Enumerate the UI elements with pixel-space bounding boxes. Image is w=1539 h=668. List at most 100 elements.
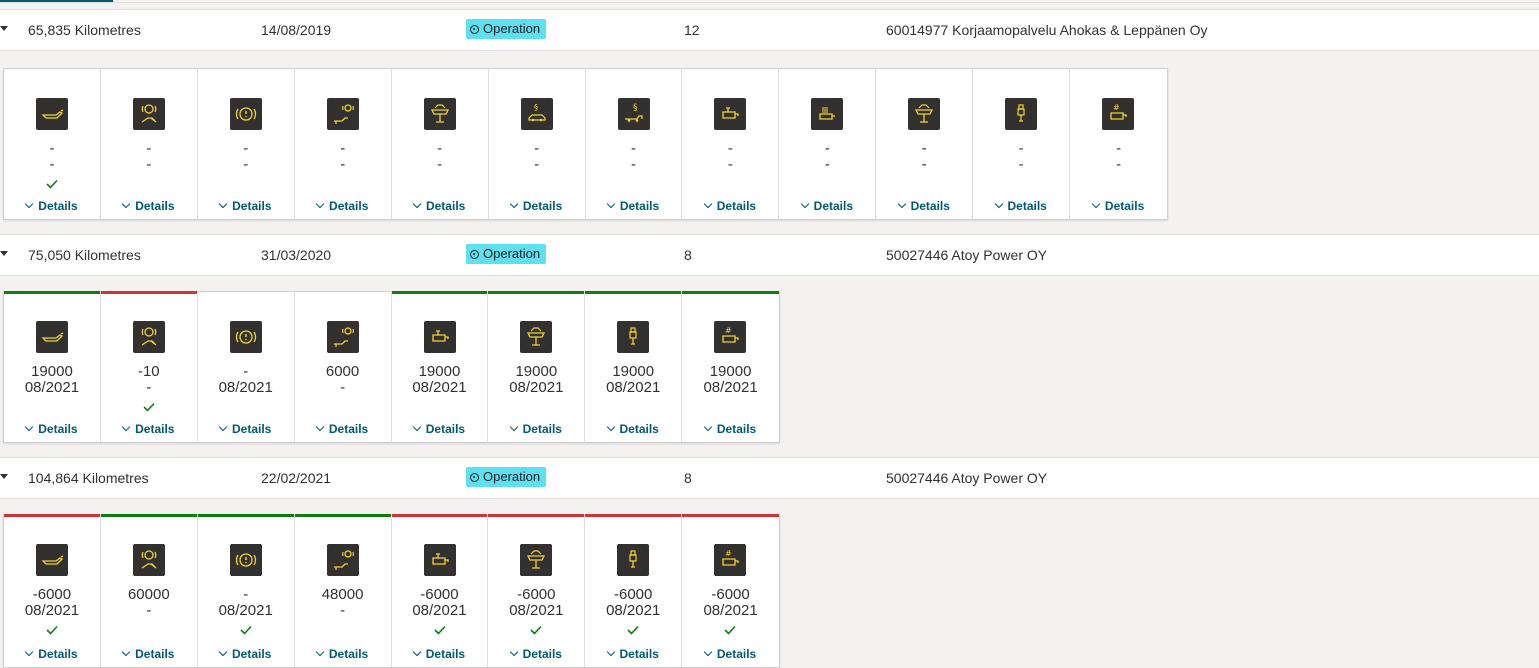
inspection-vehicle-icon: § — [520, 98, 553, 130]
status-bar — [197, 514, 294, 517]
chevron-down-icon — [703, 199, 712, 209]
brake-fluid-icon — [326, 544, 359, 576]
details-toggle[interactable]: Details — [586, 199, 682, 213]
details-label: Details — [232, 647, 272, 661]
details-toggle[interactable]: Details — [973, 199, 1069, 213]
details-toggle[interactable]: Details — [4, 647, 100, 661]
chevron-down-icon — [25, 422, 34, 432]
checkmark-icon — [433, 622, 446, 635]
details-label: Details — [716, 647, 757, 661]
details-toggle[interactable]: Details — [198, 199, 294, 213]
service-date: 22/02/2021 — [261, 470, 332, 486]
record-row[interactable]: 65,835 Kilometres 14/08/2019 Operation 12 60… — [0, 9, 1539, 51]
distance-value: 104,864 Kilometres — [28, 470, 149, 486]
details-toggle[interactable]: Details — [489, 199, 585, 213]
item-due-date: 08/2021 — [703, 379, 758, 396]
operation-badge: Operation — [466, 244, 547, 264]
item-value: -6000 — [517, 586, 556, 603]
fuel-filter-icon — [423, 544, 456, 576]
service-item-card: - - Details — [101, 69, 198, 219]
status-bar — [391, 514, 488, 517]
details-label: Details — [232, 199, 272, 213]
fuel-filter-icon — [423, 321, 456, 353]
service-item-card: - - Details — [682, 69, 780, 219]
details-label: Details — [328, 422, 369, 436]
service-items-panel: -6000 08/2021 Details 60000- Details -08/2021… — [3, 514, 780, 668]
details-toggle[interactable]: Details — [488, 422, 584, 436]
service-items-panel: - - Details - - Details - - Details - - Details - - De… — [3, 68, 1168, 220]
record-row[interactable]: 104,864 Kilometres 22/02/2021 Operation 8 50… — [0, 457, 1539, 499]
details-toggle[interactable]: Details — [876, 199, 972, 213]
status-bar — [585, 291, 682, 294]
item-due-date: - — [921, 156, 927, 173]
details-toggle[interactable]: Details — [392, 647, 488, 661]
gear-icon — [470, 24, 479, 34]
service-item-card: - - Details — [295, 69, 392, 219]
oil-can-icon — [36, 544, 68, 576]
status-bar — [4, 291, 100, 294]
brake-fluid-icon — [326, 98, 359, 130]
details-toggle[interactable]: Details — [585, 422, 681, 436]
details-toggle[interactable]: Details — [682, 422, 779, 436]
item-due-date: - — [49, 156, 55, 173]
details-toggle[interactable]: Details — [585, 647, 681, 661]
operation-count: 12 — [684, 22, 700, 38]
details-toggle[interactable]: Details — [1070, 199, 1167, 213]
item-due-date: - — [630, 156, 636, 173]
details-toggle[interactable]: Details — [488, 647, 584, 661]
hydraulic-lift-icon — [908, 98, 941, 130]
details-toggle[interactable]: Details — [198, 422, 294, 436]
filter-hash-icon: # — [1102, 98, 1135, 130]
details-toggle[interactable]: Details — [295, 647, 391, 661]
item-value: -6000 — [614, 586, 653, 603]
details-label: Details — [1007, 199, 1047, 213]
collapse-chevron-icon[interactable] — [0, 251, 8, 256]
details-toggle[interactable]: Details — [682, 199, 778, 213]
details-toggle[interactable]: Details — [682, 647, 779, 661]
chevron-down-icon — [315, 647, 325, 657]
service-item-card: - - Details — [4, 69, 101, 219]
item-due-date: 08/2021 — [412, 602, 467, 619]
details-toggle[interactable]: Details — [4, 422, 100, 436]
service-item-card: 19000 08/2021 Details — [488, 291, 586, 442]
inspection-trailer-icon: § — [617, 98, 650, 130]
item-due-date: 08/2021 — [606, 379, 661, 396]
chevron-down-icon — [897, 199, 906, 209]
details-toggle[interactable]: Details — [295, 422, 391, 436]
chevron-down-icon — [25, 647, 34, 657]
details-label: Details — [813, 199, 854, 213]
brake-service-icon — [132, 321, 165, 353]
svg-text:#: # — [725, 326, 732, 335]
workshop-name: 50027446 Atoy Power OY — [886, 247, 1048, 263]
oil-can-icon — [36, 98, 68, 130]
details-toggle[interactable]: Details — [392, 422, 488, 436]
service-item-card: - - Details — [779, 69, 877, 219]
item-value: 19000 — [31, 363, 73, 380]
item-due-date: 08/2021 — [606, 602, 661, 619]
details-toggle[interactable]: Details — [101, 199, 197, 213]
svg-text:#: # — [725, 549, 732, 558]
details-toggle[interactable]: Details — [101, 647, 197, 661]
details-toggle[interactable]: Details — [295, 199, 391, 213]
operation-badge-label: Operation — [483, 21, 541, 36]
item-due-date: - — [534, 156, 540, 173]
details-toggle[interactable]: Details — [4, 199, 100, 213]
item-due-date: - — [1116, 156, 1122, 173]
collapse-chevron-icon[interactable] — [0, 26, 8, 31]
details-toggle[interactable]: Details — [198, 647, 294, 661]
details-toggle[interactable]: Details — [392, 199, 488, 213]
details-label: Details — [232, 422, 272, 436]
operation-count: 8 — [684, 247, 692, 263]
checkmark-icon — [46, 622, 58, 635]
service-item-card: § - - Details — [586, 69, 683, 219]
item-value: - — [727, 140, 733, 157]
details-toggle[interactable]: Details — [101, 422, 197, 436]
checkmark-icon — [724, 622, 736, 635]
collapse-chevron-icon[interactable] — [0, 474, 8, 479]
service-item-card: -6000 08/2021 Details — [391, 514, 489, 667]
details-toggle[interactable]: Details — [779, 199, 875, 213]
record-row[interactable]: 75,050 Kilometres 31/03/2020 Operation 8 500… — [0, 234, 1539, 276]
status-bar — [294, 514, 391, 517]
service-item-card: - - Details — [973, 69, 1071, 219]
status-bar — [682, 291, 779, 294]
